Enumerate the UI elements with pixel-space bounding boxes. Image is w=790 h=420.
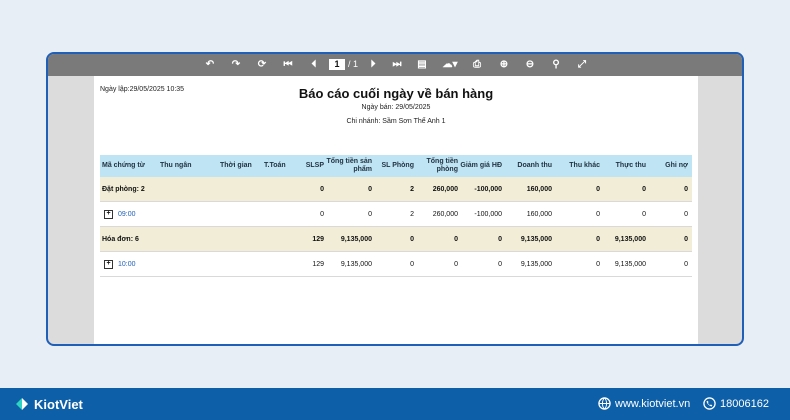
cell-giam-gia: -100,000	[474, 185, 502, 193]
kiotviet-logo-icon	[16, 398, 28, 410]
report-toolbar: ↶ ↷ ⟳ ⏮ ⏴ 1 / 1 ⏵ ⏭ ▤ ☁▾ ⎙ ⊕ ⊖ ⚲ ⤢	[48, 54, 742, 76]
redo-icon[interactable]: ↷	[229, 58, 243, 72]
cell-thu-khac: 0	[596, 185, 600, 193]
table-header: Mã chứng từ Thu ngân Thời gian T.Toán SL…	[100, 155, 692, 177]
fullscreen-icon[interactable]: ⤢	[575, 58, 589, 72]
brand-logo: KiotViet	[14, 396, 83, 412]
row-time-cell: + 10:00	[104, 252, 194, 276]
report-table: Mã chứng từ Thu ngân Thời gian T.Toán SL…	[100, 155, 692, 277]
cell-thu-khac: 0	[596, 210, 600, 218]
website-text: www.kiotviet.vn	[615, 397, 691, 410]
col-thu-ngan: Thu ngân	[160, 162, 192, 169]
page-number-input[interactable]: 1	[329, 59, 345, 70]
brand-name: KiotViet	[34, 396, 83, 412]
col-doanh-thu: Doanh thu	[517, 162, 552, 169]
sale-date: Ngày bán: 29/05/2025	[361, 104, 431, 111]
cell-ghi-no: 0	[684, 235, 688, 243]
phone-text: 18006162	[720, 397, 769, 410]
group-label: Đặt phòng: 2	[102, 185, 145, 193]
cell-tong-tien-san-pham: 0	[368, 185, 372, 193]
cell-thuc-thu: 0	[642, 210, 646, 218]
cell-giam-gia: 0	[498, 260, 502, 268]
row-time-cell: + 09:00	[104, 202, 194, 226]
col-ma-chung-tu: Mã chứng từ	[102, 162, 145, 169]
cell-doanh-thu: 160,000	[526, 210, 552, 218]
refresh-icon[interactable]: ⟳	[255, 58, 269, 72]
cell-thu-khac: 0	[596, 260, 600, 268]
phone-icon	[703, 397, 716, 410]
zoom-in-icon[interactable]: ⊕	[497, 58, 511, 72]
col-tong-tien-san-pham: Tổng tiền sản phẩm	[326, 158, 373, 173]
document-icon[interactable]: ▤	[415, 58, 429, 72]
cell-giam-gia: -100,000	[474, 210, 502, 218]
cell-ghi-no: 0	[684, 185, 688, 193]
expand-icon[interactable]: +	[104, 209, 113, 219]
report-viewer: ↶ ↷ ⟳ ⏮ ⏴ 1 / 1 ⏵ ⏭ ▤ ☁▾ ⎙ ⊕ ⊖ ⚲ ⤢ Ngày …	[46, 52, 744, 346]
table-row: Đặt phòng: 2 0 0 2 260,000 -100,000 160,…	[100, 177, 692, 202]
cell-thuc-thu: 0	[642, 185, 646, 193]
cell-tong-tien-phong: 260,000	[432, 210, 458, 218]
cell-sl-phong: 0	[410, 235, 414, 243]
branch-name: Chi nhánh: Sầm Sơn Thể Anh 1	[346, 118, 446, 125]
cell-tong-tien-phong: 0	[454, 260, 458, 268]
table-row: + 09:00 0 0 2 260,000 -100,000 160,000 0…	[100, 202, 692, 227]
report-page: Ngày lập:29/05/2025 10:35 Báo cáo cuối n…	[94, 76, 698, 344]
cell-ghi-no: 0	[684, 210, 688, 218]
cell-thuc-thu: 9,135,000	[614, 260, 646, 268]
next-page-icon[interactable]: ⏵	[366, 58, 380, 72]
time-link[interactable]: 10:00	[118, 261, 136, 268]
cell-sl-phong: 0	[410, 260, 414, 268]
zoom-out-icon[interactable]: ⊖	[523, 58, 537, 72]
last-page-icon[interactable]: ⏭	[390, 58, 404, 72]
print-icon[interactable]: ⎙	[470, 58, 484, 72]
cell-doanh-thu: 9,135,000	[520, 235, 552, 243]
col-thuc-thu: Thực thu	[615, 162, 646, 169]
cell-slsp: 0	[320, 210, 324, 218]
export-icon[interactable]: ☁▾	[440, 58, 460, 72]
cell-tong-tien-san-pham: 0	[368, 210, 372, 218]
undo-icon[interactable]: ↶	[203, 58, 217, 72]
col-slsp: SLSP	[305, 162, 324, 169]
page-count: / 1	[348, 59, 359, 69]
cell-sl-phong: 2	[410, 210, 414, 218]
cell-tong-tien-phong: 0	[454, 235, 458, 243]
first-page-icon[interactable]: ⏮	[281, 58, 295, 72]
cell-slsp: 129	[312, 260, 324, 268]
cell-thu-khac: 0	[596, 235, 600, 243]
search-icon[interactable]: ⚲	[549, 58, 563, 72]
website-link[interactable]: www.kiotviet.vn	[598, 397, 690, 410]
cell-tong-tien-san-pham: 9,135,000	[340, 235, 372, 243]
cell-tong-tien-san-pham: 9,135,000	[340, 260, 372, 268]
cell-thuc-thu: 9,135,000	[614, 235, 646, 243]
cell-tong-tien-phong: 260,000	[432, 185, 458, 193]
col-giam-gia: Giảm giá HĐ	[460, 162, 502, 169]
cell-ghi-no: 0	[684, 260, 688, 268]
cell-slsp: 129	[312, 235, 324, 243]
globe-icon	[598, 397, 611, 410]
cell-slsp: 0	[320, 185, 324, 193]
group-label: Hóa đơn: 6	[102, 235, 139, 243]
phone-link[interactable]: 18006162	[703, 397, 769, 410]
time-link[interactable]: 09:00	[118, 211, 136, 218]
footer-bar: KiotViet www.kiotviet.vn 18006162	[0, 388, 790, 420]
prev-page-icon[interactable]: ⏴	[307, 58, 321, 72]
col-thoi-gian: Thời gian	[220, 162, 252, 169]
col-tong-tien-phong: Tổng tiền phòng	[426, 158, 459, 173]
expand-icon[interactable]: +	[104, 259, 113, 269]
cell-giam-gia: 0	[498, 235, 502, 243]
col-ghi-no: Ghi nợ	[665, 162, 688, 169]
table-row: + 10:00 129 9,135,000 0 0 0 9,135,000 0 …	[100, 252, 692, 277]
col-thu-khac: Thu khác	[569, 162, 600, 169]
col-sl-phong: SL Phòng	[381, 162, 414, 169]
report-title: Báo cáo cuối ngày về bán hàng	[298, 86, 494, 101]
table-row: Hóa đơn: 6 129 9,135,000 0 0 0 9,135,000…	[100, 227, 692, 252]
cell-doanh-thu: 160,000	[526, 185, 552, 193]
cell-sl-phong: 2	[410, 185, 414, 193]
cell-doanh-thu: 9,135,000	[520, 260, 552, 268]
